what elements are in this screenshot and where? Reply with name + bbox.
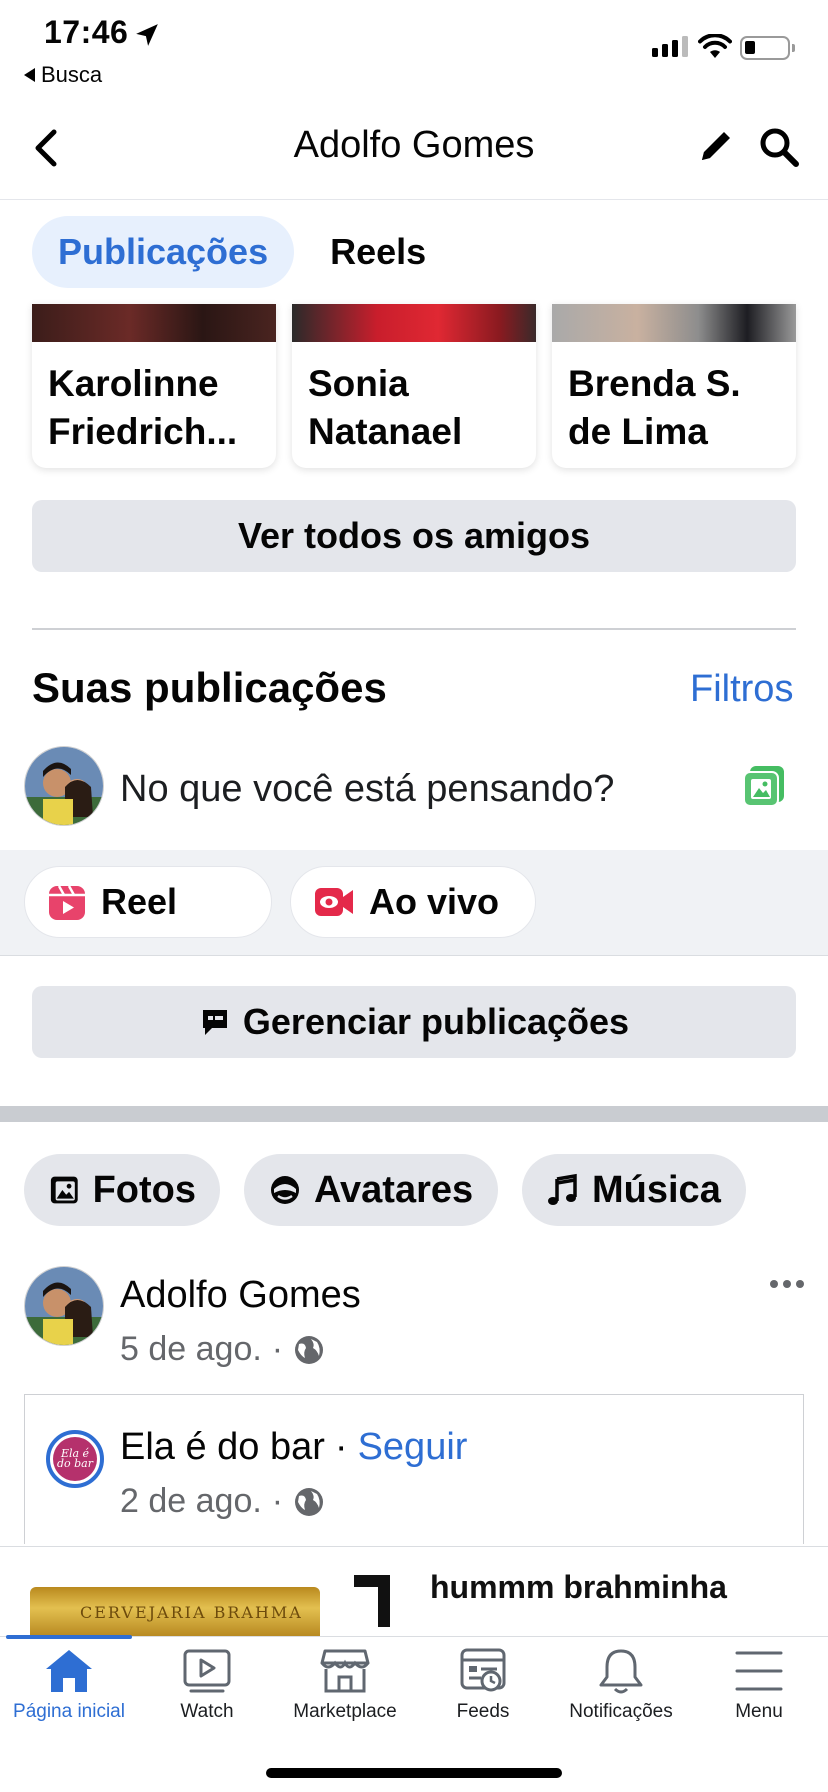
nav-label: Página inicial (13, 1701, 125, 1722)
meta-separator: · (271, 1482, 284, 1520)
post-meta: 5 de ago. · (120, 1330, 325, 1369)
manage-posts-button[interactable]: Gerenciar publicações (32, 986, 796, 1058)
location-arrow-icon (136, 24, 158, 46)
composer-input[interactable]: No que você está pensando? (120, 768, 614, 811)
globe-icon (295, 1335, 324, 1364)
post-media-preview[interactable]: CERVEJARIA BRAHMA hummm brahminha (0, 1546, 828, 1636)
nav-watch[interactable]: Watch (138, 1647, 276, 1723)
quote-mark-icon (354, 1575, 390, 1627)
feeds-icon (460, 1648, 506, 1692)
photos-chip[interactable]: Fotos (24, 1154, 220, 1226)
tab-reels[interactable]: Reels (304, 216, 452, 288)
menu-icon (735, 1651, 783, 1691)
back-triangle-icon (24, 68, 35, 82)
nav-notifications[interactable]: Notificações (552, 1647, 690, 1723)
watch-icon (183, 1649, 231, 1693)
post-more-options-icon[interactable] (770, 1280, 804, 1288)
back-app-label: Busca (41, 62, 103, 87)
avatar-face-icon (271, 1176, 299, 1204)
avatars-chip[interactable]: Avatares (244, 1154, 498, 1226)
home-indicator (266, 1768, 562, 1778)
nav-marketplace[interactable]: Marketplace (276, 1647, 414, 1723)
post-author-avatar[interactable] (24, 1266, 104, 1346)
photos-icon (50, 1176, 78, 1204)
posts-section-title: Suas publicações (32, 664, 387, 711)
marketplace-icon (320, 1649, 370, 1693)
nav-label: Feeds (456, 1701, 510, 1722)
music-note-icon (548, 1173, 577, 1205)
post-author-name[interactable]: Adolfo Gomes (120, 1274, 361, 1317)
preview-caption: hummm brahminha (430, 1569, 727, 1605)
friend-card[interactable]: Brenda S. de Lima (552, 304, 796, 468)
live-label: Ao vivo (369, 881, 500, 922)
shared-post-date[interactable]: 2 de ago. (120, 1482, 262, 1521)
see-all-friends-button[interactable]: Ver todos os amigos (32, 500, 796, 572)
thick-section-divider (0, 1106, 828, 1122)
nav-home[interactable]: Página inicial (0, 1647, 138, 1723)
profile-tabs: Publicações Reels (32, 216, 452, 288)
page-logo[interactable]: Ela é do bar (46, 1430, 104, 1488)
profile-header: Adolfo Gomes (0, 96, 828, 200)
shared-post-meta: 2 de ago. · (120, 1482, 325, 1521)
friend-cards-row: Karolinne Friedrich... Sonia Natanael Bren… (32, 304, 796, 468)
friend-photo (292, 304, 536, 342)
status-bar: 17:46 Busca (0, 0, 828, 96)
active-tab-indicator (6, 1635, 132, 1639)
edit-pencil-icon[interactable] (696, 126, 736, 166)
section-divider (32, 628, 796, 630)
follow-button[interactable]: Seguir (358, 1426, 468, 1469)
globe-icon (295, 1487, 324, 1516)
friend-photo (552, 304, 796, 342)
shared-post-card[interactable] (24, 1394, 804, 1544)
bell-icon (599, 1649, 643, 1694)
status-time: 17:46 (44, 14, 129, 50)
nav-feeds[interactable]: Feeds (414, 1647, 552, 1723)
nav-menu[interactable]: Menu (690, 1647, 828, 1723)
avatars-label: Avatares (314, 1168, 474, 1211)
nav-label: Marketplace (293, 1701, 397, 1722)
shared-page-name[interactable]: Ela é do bar (120, 1426, 325, 1469)
friend-photo (32, 304, 276, 342)
meta-separator: · (271, 1330, 284, 1368)
reel-label: Reel (101, 881, 178, 922)
wifi-icon (698, 34, 732, 58)
go-live-button[interactable]: Ao vivo (290, 866, 536, 938)
nav-label: Notificações (569, 1701, 673, 1722)
search-icon[interactable] (758, 126, 800, 168)
friend-card[interactable]: Karolinne Friedrich... (32, 304, 276, 468)
page-logo-text: Ela é do bar (53, 1437, 97, 1481)
avatar-photo (25, 747, 103, 825)
shared-separator: · (334, 1426, 348, 1468)
manage-posts-icon (202, 1010, 227, 1035)
nav-label: Watch (180, 1701, 234, 1722)
music-label: Música (592, 1168, 721, 1211)
home-icon (46, 1650, 92, 1692)
tab-publicacoes[interactable]: Publicações (32, 216, 295, 288)
friend-name: Brenda S. de Lima (568, 363, 741, 452)
create-reel-button[interactable]: Reel (24, 866, 272, 938)
music-chip[interactable]: Música (522, 1154, 746, 1226)
cell-signal-icon (652, 36, 688, 57)
avatar-photo (25, 1267, 103, 1345)
user-avatar[interactable] (24, 746, 104, 826)
photos-label: Fotos (92, 1168, 196, 1211)
manage-posts-label: Gerenciar publicações (242, 1001, 630, 1042)
reel-icon (49, 885, 85, 920)
battery-icon (740, 36, 795, 60)
add-photo-icon[interactable] (742, 764, 786, 808)
friend-name: Sonia Natanael (308, 363, 463, 452)
can-label: CERVEJARIA BRAHMA (80, 1603, 303, 1622)
nav-label: Menu (735, 1701, 783, 1722)
back-to-app-link[interactable]: Busca (24, 62, 102, 88)
post-date[interactable]: 5 de ago. (120, 1330, 262, 1369)
live-video-icon (315, 888, 353, 916)
shared-page-header: Ela é do bar · Seguir (120, 1426, 467, 1469)
friend-card[interactable]: Sonia Natanael (292, 304, 536, 468)
friend-name: Karolinne Friedrich... (48, 363, 238, 452)
filters-link[interactable]: Filtros (690, 668, 793, 711)
